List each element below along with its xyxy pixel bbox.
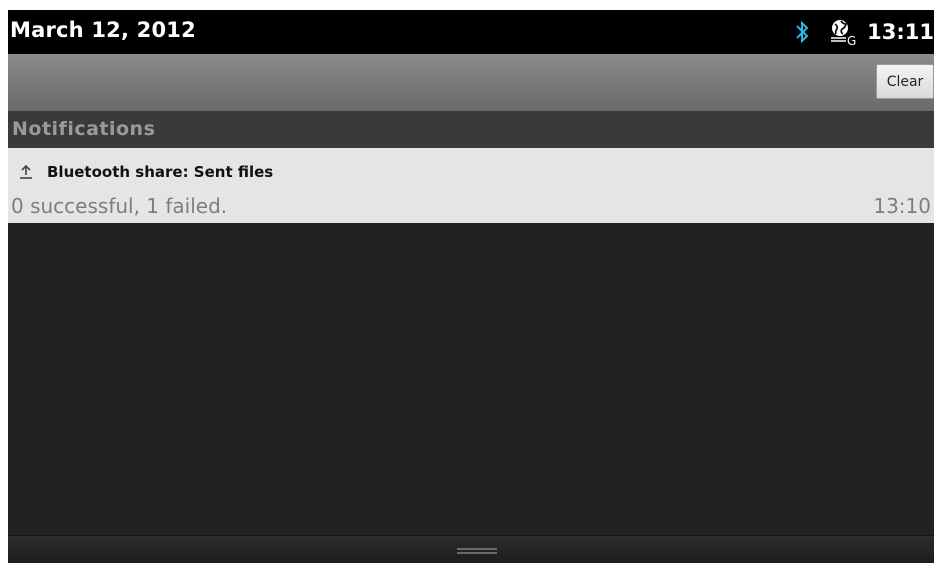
upload-icon <box>20 164 32 179</box>
clear-button[interactable]: Clear <box>876 64 934 99</box>
panel-close-handle[interactable] <box>8 535 934 563</box>
notification-time: 13:10 <box>873 194 931 218</box>
action-bar: Clear <box>8 54 934 111</box>
status-bar[interactable]: March 12, 2012 G 13:11 <box>8 10 934 54</box>
notifications-header: Notifications <box>8 111 934 148</box>
svg-text:G: G <box>847 34 856 47</box>
status-icons: G 13:11 <box>794 10 934 54</box>
status-time: 13:11 <box>867 20 934 44</box>
grip-handle-icon <box>457 548 497 554</box>
notification-item[interactable]: Bluetooth share: Sent files 0 successful… <box>8 148 934 223</box>
notification-title: Bluetooth share: Sent files <box>47 163 274 181</box>
gps-sync-icon: G <box>831 20 856 47</box>
section-title: Notifications <box>12 118 156 140</box>
bluetooth-icon <box>796 20 809 44</box>
status-date: March 12, 2012 <box>10 18 196 42</box>
notification-panel: March 12, 2012 G 13:11 Clear Notificatio… <box>8 10 934 563</box>
notification-text: 0 successful, 1 failed. <box>11 194 228 218</box>
